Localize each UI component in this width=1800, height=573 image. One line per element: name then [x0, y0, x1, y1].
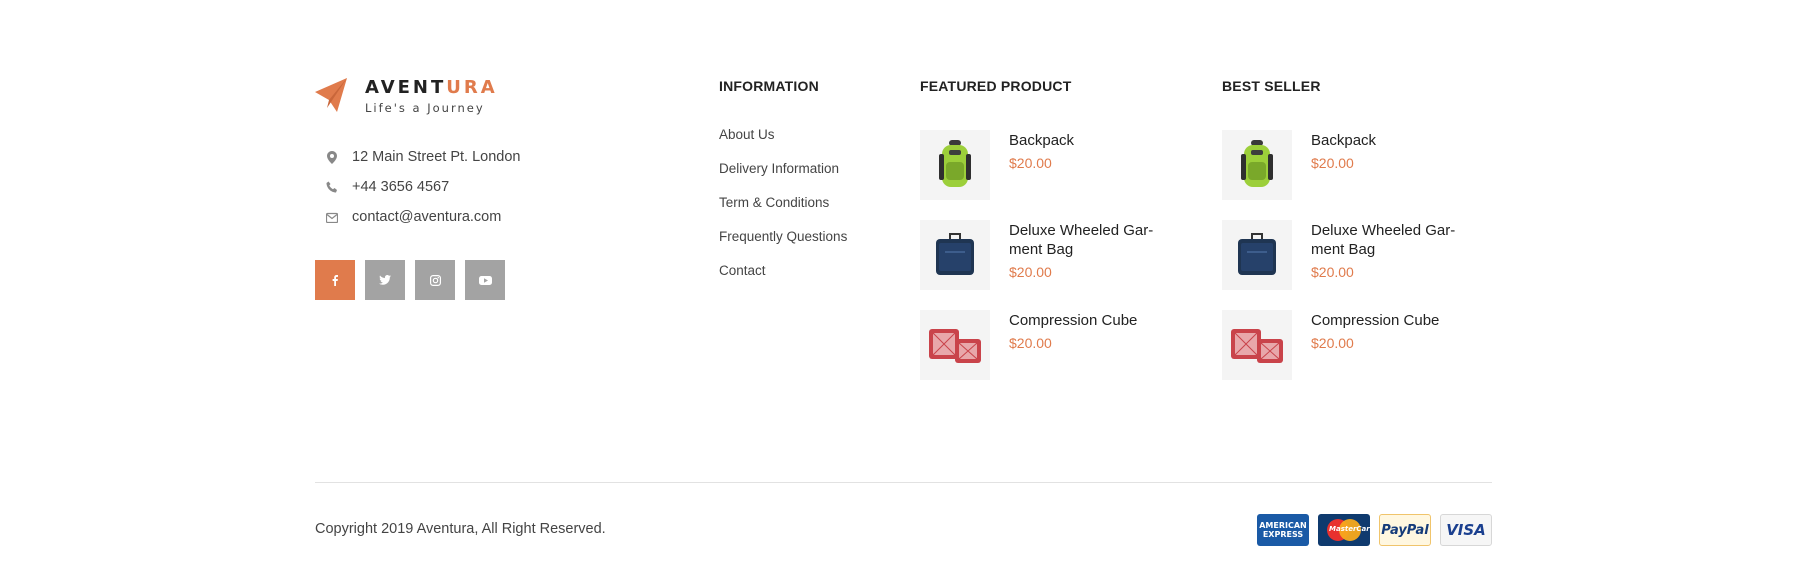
- paper-plane-icon: [315, 78, 347, 112]
- paypal-icon: PayPal: [1379, 514, 1431, 546]
- twitter-icon: [379, 275, 391, 285]
- brand-logo[interactable]: AVENTURA Life's a Journey: [315, 78, 535, 118]
- contact-phone: +44 3656 4567: [315, 172, 615, 202]
- youtube-icon: [478, 275, 492, 285]
- product-item[interactable]: Compression Cube $20.00: [1222, 310, 1492, 400]
- payment-methods: AMERICAN EXPRESS MasterCard PayPal VISA: [1248, 514, 1492, 546]
- product-price: $20.00: [1009, 335, 1052, 351]
- garment-bag-image[interactable]: [920, 220, 990, 290]
- mastercard-icon: MasterCard: [1318, 514, 1375, 546]
- social-links: [315, 260, 515, 300]
- brand-name: AVENTURA: [365, 77, 498, 98]
- product-name[interactable]: Deluxe Wheeled Gar-ment Bag: [1009, 221, 1179, 259]
- featured-product-list: Backpack $20.00 Deluxe Wheeled Gar-ment …: [920, 130, 1190, 400]
- featured-heading: FEATURED PRODUCT: [920, 78, 1072, 94]
- product-item[interactable]: Backpack $20.00: [1222, 130, 1492, 220]
- facebook-icon: [332, 274, 338, 286]
- compression-cube-image[interactable]: [920, 310, 990, 380]
- instagram-icon: [429, 274, 441, 286]
- compression-cube-image[interactable]: [1222, 310, 1292, 380]
- contact-address: 12 Main Street Pt. London: [315, 142, 615, 172]
- copyright-text: Copyright 2019 Aventura, All Right Reser…: [315, 521, 606, 537]
- garment-bag-image[interactable]: [1222, 220, 1292, 290]
- link-frequently-questions[interactable]: Frequently Questions: [719, 226, 847, 260]
- envelope-icon: [317, 212, 347, 223]
- product-name[interactable]: Compression Cube: [1009, 311, 1179, 330]
- product-price: $20.00: [1311, 264, 1354, 280]
- brand-tagline: Life's a Journey: [365, 101, 485, 115]
- link-terms-conditions[interactable]: Term & Conditions: [719, 192, 847, 226]
- youtube-button[interactable]: [465, 260, 505, 300]
- instagram-button[interactable]: [415, 260, 455, 300]
- product-name[interactable]: Backpack: [1311, 131, 1481, 150]
- footer-divider: [315, 482, 1492, 483]
- product-price: $20.00: [1311, 155, 1354, 171]
- product-price: $20.00: [1009, 155, 1052, 171]
- contact-email: contact@aventura.com: [315, 202, 615, 232]
- visa-icon: VISA: [1440, 514, 1492, 546]
- product-item[interactable]: Deluxe Wheeled Gar-ment Bag $20.00: [920, 220, 1190, 310]
- product-item[interactable]: Deluxe Wheeled Gar-ment Bag $20.00: [1222, 220, 1492, 310]
- link-contact[interactable]: Contact: [719, 260, 847, 294]
- bestseller-product-list: Backpack $20.00 Deluxe Wheeled Gar-ment …: [1222, 130, 1492, 400]
- amex-card-icon: AMERICAN EXPRESS: [1257, 514, 1309, 546]
- site-footer: AVENTURA Life's a Journey 12 Main Street…: [315, 0, 1492, 573]
- facebook-button[interactable]: [315, 260, 355, 300]
- product-item[interactable]: Backpack $20.00: [920, 130, 1190, 220]
- bestseller-heading: BEST SELLER: [1222, 78, 1321, 94]
- information-links: About Us Delivery Information Term & Con…: [719, 124, 847, 294]
- link-about-us[interactable]: About Us: [719, 124, 847, 158]
- phone-icon: [317, 181, 347, 193]
- product-name[interactable]: Deluxe Wheeled Gar-ment Bag: [1311, 221, 1481, 259]
- information-heading: INFORMATION: [719, 78, 819, 94]
- contact-list: 12 Main Street Pt. London +44 3656 4567 …: [315, 142, 615, 232]
- product-name[interactable]: Compression Cube: [1311, 311, 1481, 330]
- product-name[interactable]: Backpack: [1009, 131, 1179, 150]
- link-delivery-information[interactable]: Delivery Information: [719, 158, 847, 192]
- product-price: $20.00: [1311, 335, 1354, 351]
- backpack-image[interactable]: [920, 130, 990, 200]
- backpack-image[interactable]: [1222, 130, 1292, 200]
- twitter-button[interactable]: [365, 260, 405, 300]
- product-price: $20.00: [1009, 264, 1052, 280]
- product-item[interactable]: Compression Cube $20.00: [920, 310, 1190, 400]
- map-pin-icon: [317, 150, 347, 164]
